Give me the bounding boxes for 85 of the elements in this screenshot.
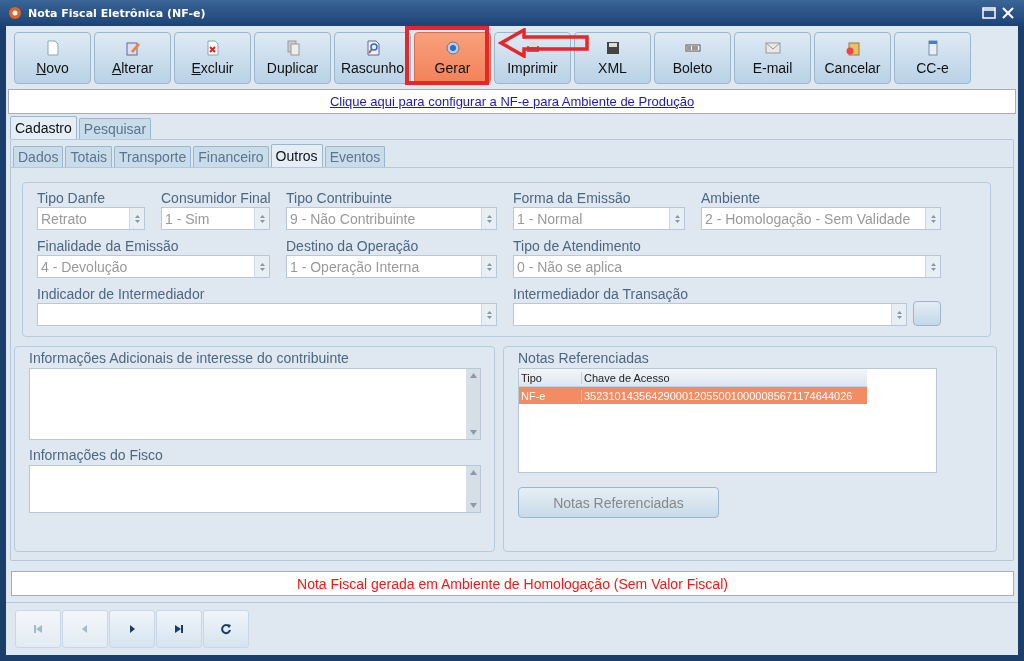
scroll-down-icon[interactable] [469,430,477,435]
floppy-icon [604,40,621,56]
dropdown-field[interactable]: 1 - Operação Interna [286,255,497,278]
tab[interactable]: Eventos [324,146,386,167]
field-label: Consumidor Final [161,190,270,206]
last-record-button[interactable] [156,610,202,648]
tab[interactable]: Dados [13,146,64,167]
dropdown-field[interactable]: 0 - Não se aplica [513,255,941,278]
delete-page-icon [204,40,221,56]
toolbar-button[interactable]: Rascunho [334,32,411,84]
lookup-button[interactable] [913,301,941,326]
spinner-icon[interactable] [929,261,937,272]
field-label: Ambiente [701,190,762,206]
magnifier-icon [364,40,381,56]
dropdown-field[interactable] [513,303,907,326]
spinner-icon[interactable] [258,213,266,224]
close-icon[interactable] [1002,7,1014,19]
page-icon [44,40,61,56]
dropdown-field[interactable]: Retrato [37,207,145,230]
spinner-icon[interactable] [133,213,141,224]
app-icon [8,6,22,20]
dropdown-field[interactable]: 1 - Sim [161,207,270,230]
copy-icon [284,40,301,56]
tab[interactable]: Transporte [114,146,192,167]
tab[interactable]: Totais [65,146,113,167]
disc-icon [444,40,461,56]
status-message: Nota Fiscal gerada em Ambiente de Homologação (Sem Valor Fiscal) [297,575,728,592]
dropdown-field[interactable]: 1 - Normal [513,207,685,230]
field-label: Forma da Emissão [513,190,632,206]
toolbar-button[interactable]: Excluir [174,32,251,84]
field-label: Indicador de Intermediador [37,286,206,302]
spinner-icon[interactable] [673,213,681,224]
field-label: Tipo Contribuinte [286,190,394,206]
table-row[interactable]: NF-e 35231014356429000120550010000085671174644026 [519,387,867,404]
field-label: Tipo Danfe [37,190,106,206]
tab[interactable]: Pesquisar [78,118,152,139]
table-cell-text: 35231014356429000120550010000085671174644026 [583,389,853,402]
toolbar-button[interactable]: Novo [14,32,91,84]
envelope-icon [764,40,781,56]
window-title: Nota Fiscal Eletrônica (NF-e) [28,6,206,20]
spinner-icon[interactable] [929,213,937,224]
clipboard-icon [844,40,861,56]
spinner-icon[interactable] [485,261,493,272]
column-header: Tipo [519,371,582,384]
maximize-icon[interactable] [982,7,996,19]
scroll-up-icon[interactable] [469,470,477,475]
toolbar-button[interactable]: Gerar [414,32,491,84]
table-cell: NF-e [519,389,582,402]
column-header: Chave de Acesso [583,371,670,384]
toolbar-button[interactable]: CC-e [894,32,971,84]
spinner-icon[interactable] [485,213,493,224]
refresh-button[interactable] [203,610,249,648]
toolbar-button[interactable]: Boleto [654,32,731,84]
scrollbar[interactable] [466,369,480,439]
scroll-up-icon[interactable] [469,373,477,378]
toolbar-button[interactable]: Cancelar [814,32,891,84]
dropdown-field[interactable]: 9 - Não Contribuinte [286,207,497,230]
spinner-icon[interactable] [895,309,903,320]
text-area[interactable] [29,368,481,440]
text-area[interactable] [29,465,481,513]
skip-forward-icon [173,623,185,635]
spinner-icon[interactable] [485,309,493,320]
spinner-icon[interactable] [258,261,266,272]
field-label: Finalidade da Emissão [37,238,180,254]
tab[interactable]: Financeiro [193,146,269,167]
dropdown-field[interactable]: 4 - Devolução [37,255,270,278]
field-label: Informações do Fisco [29,447,164,463]
toolbar-button[interactable]: Duplicar [254,32,331,84]
scrollbar[interactable] [466,466,480,512]
dropdown-field[interactable]: 2 - Homologação - Sem Validade [701,207,941,230]
field-label: Destino da Operação [286,238,420,254]
group-title: Notas Referenciadas [518,350,650,366]
field-label: Intermediador da Transação [513,286,690,302]
dropdown-field[interactable] [37,303,497,326]
toolbar-button[interactable]: E-mail [734,32,811,84]
toolbar-button[interactable]: Alterar [94,32,171,84]
tab[interactable]: Outros [270,144,323,167]
tab[interactable]: Cadastro [10,116,77,139]
field-label: Tipo de Atendimento [513,238,642,254]
toolbar-button[interactable]: XML [574,32,651,84]
field-label: Informações Adicionais de interesse do contribuinte [29,350,350,366]
scroll-down-icon[interactable] [469,503,477,508]
refresh-icon [220,623,232,635]
pencil-icon [124,40,141,56]
skip-back-icon [32,623,44,635]
